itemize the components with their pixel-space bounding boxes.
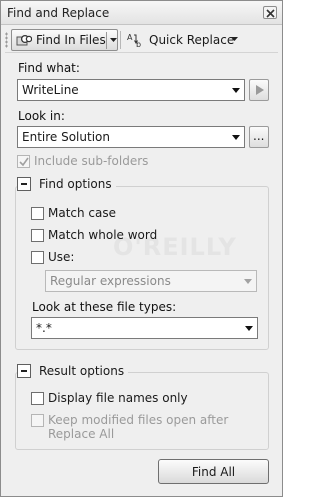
file-types-label: Look at these file types: [32,300,177,314]
find-all-button[interactable]: Find All [158,459,269,484]
include-subfolders-label: Include sub-folders [34,154,149,168]
split-separator [106,32,107,49]
checkbox-box [17,154,30,168]
window-title: Find and Replace [7,6,110,20]
replace-icon: A b [127,33,141,48]
mode-toolbar: Find In Files A b Quick Replace [5,28,278,53]
chevron-down-icon[interactable] [245,326,253,331]
find-what-combo[interactable]: WriteLine [17,79,245,101]
chevron-down-icon[interactable] [232,88,240,93]
chevron-down-icon[interactable] [110,38,117,42]
find-options-header[interactable]: Find options [17,177,116,191]
quick-replace-button[interactable]: A b Quick Replace [123,29,243,51]
look-in-label: Look in: [18,109,65,123]
look-in-combo[interactable]: Entire Solution [17,126,245,148]
checkbox-box [31,206,44,220]
checkmark-icon [19,157,29,166]
file-types-value: *.* [36,321,52,335]
match-whole-word-label: Match whole word [48,228,158,242]
include-subfolders-checkbox[interactable]: Include sub-folders [17,154,148,168]
arrow-right-icon [256,85,264,95]
svg-text:A: A [127,33,133,42]
find-in-files-label: Find In Files [36,33,106,47]
toolbar-divider [120,31,121,49]
chevron-down-icon[interactable] [244,279,252,284]
display-file-names-label: Display file names only [48,391,188,405]
keep-files-open-line1: Keep modified files open after [48,413,229,427]
collapse-icon[interactable] [17,177,31,191]
look-in-value: Entire Solution [22,130,110,144]
toolbar-grip[interactable] [5,32,8,48]
checkbox-box [31,250,44,264]
find-what-label: Find what: [18,61,80,75]
use-type-value: Regular expressions [50,274,171,288]
find-all-label: Find All [191,464,236,479]
expression-builder-button[interactable] [249,79,269,101]
result-options-title: Result options [39,364,125,378]
find-options-title: Find options [39,177,112,191]
use-checkbox[interactable]: Use: [31,250,74,264]
checkbox-box [31,228,44,242]
display-file-names-checkbox[interactable]: Display file names only [31,391,188,405]
find-in-files-button[interactable]: Find In Files [11,29,118,51]
match-case-label: Match case [48,206,117,220]
use-type-combo[interactable]: Regular expressions [45,270,257,292]
match-case-checkbox[interactable]: Match case [31,206,116,220]
close-icon [266,9,275,18]
use-label: Use: [48,250,75,264]
binoculars-folder-icon [16,34,32,46]
find-replace-window: Find and Replace Find In Files A b Quick… [0,0,283,497]
collapse-icon[interactable] [17,364,31,378]
keep-files-open-line2: Replace All [48,427,115,441]
keep-files-open-checkbox[interactable]: Keep modified files open after Replace A… [31,413,228,441]
browse-label: ... [253,129,265,143]
chevron-down-icon[interactable] [232,135,240,140]
checkbox-box [31,414,44,427]
chevron-down-icon[interactable] [231,37,238,41]
file-types-combo[interactable]: *.* [31,317,258,339]
checkbox-box [31,391,44,405]
result-options-header[interactable]: Result options [17,364,129,378]
quick-replace-label: Quick Replace [149,33,235,47]
find-what-value: WriteLine [22,83,79,97]
close-button[interactable] [263,6,277,19]
match-whole-word-checkbox[interactable]: Match whole word [31,228,157,242]
keep-files-open-label: Keep modified files open after Replace A… [48,413,228,441]
title-bar[interactable]: Find and Replace [1,1,282,25]
browse-folders-button[interactable]: ... [249,126,269,148]
